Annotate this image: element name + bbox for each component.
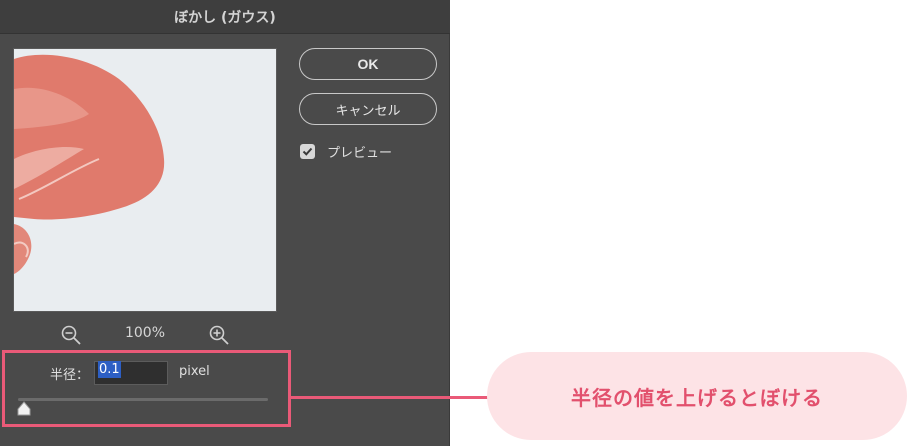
preview-label: プレビュー (327, 145, 393, 161)
slider-thumb-icon[interactable] (16, 401, 32, 416)
checkmark-icon (302, 147, 313, 156)
annotation-callout: 半径の値を上げるとぼける (487, 352, 907, 440)
zoom-in-icon[interactable] (208, 324, 230, 346)
zoom-level: 100% (124, 325, 166, 341)
callout-text: 半径の値を上げるとぼける (571, 385, 823, 410)
radius-slider[interactable] (18, 398, 268, 401)
cancel-button[interactable]: キャンセル (299, 93, 437, 125)
flower-petal-image (14, 54, 165, 274)
dialog-title: ぼかし (ガウス) (0, 0, 450, 34)
radius-highlight-box: 半径： 0.1 pixel (2, 350, 291, 427)
radius-label: 半径： (50, 368, 90, 383)
ok-button[interactable]: OK (299, 48, 437, 80)
preview-checkbox[interactable] (300, 143, 315, 159)
radius-input[interactable]: 0.1 (94, 361, 168, 385)
gaussian-blur-dialog: ぼかし (ガウス) 100% OK キャンセル プレビュー 半径： 0.1 pi… (0, 0, 450, 446)
preview-image[interactable] (13, 48, 277, 312)
zoom-controls: 100% (60, 322, 240, 348)
zoom-out-icon[interactable] (60, 324, 82, 346)
callout-connector-line (291, 396, 489, 399)
radius-value: 0.1 (98, 361, 121, 378)
preview-checkbox-row[interactable]: プレビュー (300, 142, 393, 161)
radius-unit: pixel (179, 364, 210, 379)
